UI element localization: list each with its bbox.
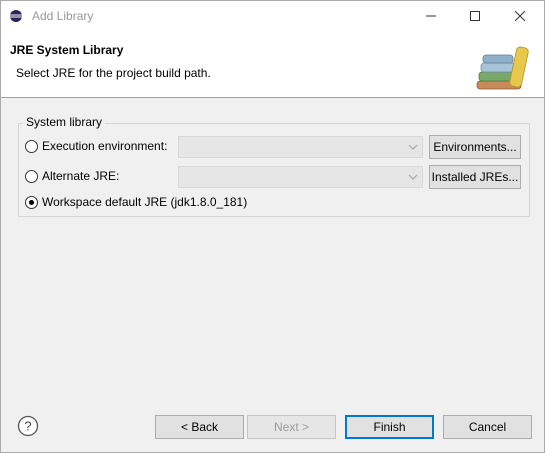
- help-icon[interactable]: ?: [17, 415, 39, 437]
- minimize-button[interactable]: [409, 1, 453, 31]
- wizard-banner: JRE System Library Select JRE for the pr…: [1, 31, 544, 98]
- title-bar: Add Library: [1, 1, 544, 31]
- workspace-default-jre-label: Workspace default JRE (jdk1.8.0_181): [42, 195, 248, 209]
- minimize-icon: [426, 15, 436, 17]
- execution-environment-option[interactable]: Execution environment:: [25, 139, 167, 153]
- banner-description: Select JRE for the project build path.: [16, 66, 211, 80]
- close-button[interactable]: [498, 1, 542, 31]
- installed-jres-button[interactable]: Installed JREs...: [429, 165, 521, 189]
- add-library-dialog: Add Library JRE System Library Select JR…: [0, 0, 545, 453]
- library-books-icon: [476, 46, 529, 90]
- wizard-footer: ? < Back Next > Finish Cancel: [1, 399, 544, 452]
- workspace-default-jre-radio[interactable]: [25, 195, 38, 209]
- execution-environment-radio[interactable]: [25, 139, 38, 153]
- chevron-down-icon: [408, 144, 418, 150]
- back-button[interactable]: < Back: [155, 415, 244, 439]
- svg-text:?: ?: [24, 419, 31, 434]
- eclipse-icon: [10, 10, 22, 22]
- alternate-jre-radio[interactable]: [25, 169, 38, 183]
- next-button[interactable]: Next >: [247, 415, 336, 439]
- wizard-content: System library Execution environment: En…: [1, 99, 544, 399]
- maximize-button[interactable]: [453, 1, 497, 31]
- banner-title: JRE System Library: [10, 43, 124, 57]
- alternate-jre-label: Alternate JRE:: [42, 169, 120, 183]
- execution-environment-combo[interactable]: [178, 136, 423, 158]
- workspace-default-jre-option[interactable]: Workspace default JRE (jdk1.8.0_181): [25, 195, 247, 209]
- chevron-down-icon: [408, 174, 418, 180]
- alternate-jre-combo[interactable]: [178, 166, 423, 188]
- environments-button[interactable]: Environments...: [429, 135, 521, 159]
- execution-environment-label: Execution environment:: [42, 139, 168, 153]
- alternate-jre-option[interactable]: Alternate JRE:: [25, 169, 119, 183]
- cancel-button[interactable]: Cancel: [443, 415, 532, 439]
- close-icon: [515, 11, 525, 21]
- group-label: System library: [23, 115, 106, 129]
- finish-button[interactable]: Finish: [345, 415, 434, 439]
- maximize-icon: [470, 11, 480, 21]
- window-title: Add Library: [32, 9, 94, 23]
